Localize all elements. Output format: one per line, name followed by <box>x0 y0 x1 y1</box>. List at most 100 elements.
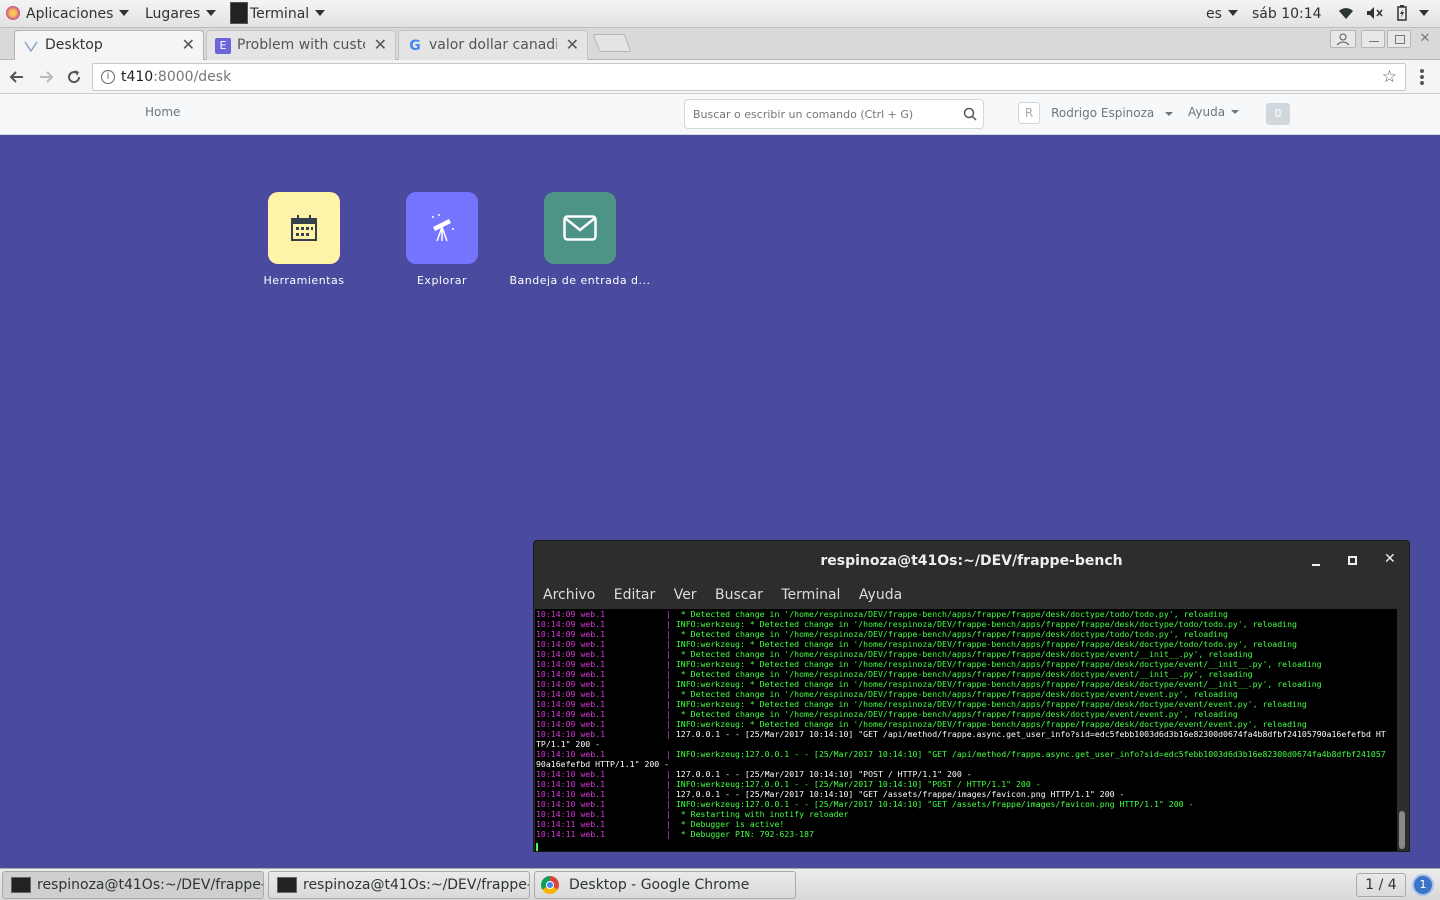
new-tab-button[interactable] <box>592 34 632 52</box>
terminal-line: 10:14:09 web.1 | * Detected change in '/h… <box>536 669 1397 679</box>
log-timestamp: 10:14:09 web.1 <box>536 639 606 649</box>
close-icon[interactable]: ✕ <box>374 31 387 59</box>
chevron-down-icon <box>119 10 130 16</box>
terminal-icon <box>11 877 31 893</box>
places-menu[interactable]: Lugares <box>145 0 217 28</box>
active-app-menu[interactable]: Terminal <box>230 0 326 28</box>
terminal-line: TP/1.1" 200 - <box>536 739 1397 749</box>
task-terminal-1[interactable]: respinoza@t41Os:~/DEV/frappe-... <box>2 871 264 899</box>
menu-editar[interactable]: Editar <box>614 587 655 603</box>
chrome-icon <box>541 876 559 894</box>
scrollbar-thumb[interactable] <box>1399 811 1405 849</box>
profile-button[interactable] <box>1330 30 1356 48</box>
tab-valor-dollar[interactable]: G valor dollar canadie ✕ <box>398 30 588 60</box>
home-link[interactable]: Home <box>145 105 180 119</box>
person-icon <box>1336 33 1350 46</box>
tab-desktop[interactable]: Desktop ✕ <box>14 30 204 60</box>
desk-icon-label: Herramientas <box>263 274 345 287</box>
task-label: respinoza@t41Os:~/DEV/frappe-... <box>37 877 264 893</box>
log-timestamp: 10:14:09 web.1 <box>536 669 606 679</box>
maximize-button[interactable] <box>1346 554 1360 568</box>
user-menu[interactable]: R Rodrigo Espinoza <box>1018 102 1174 126</box>
log-message: * Detected change in '/home/respinoza/DE… <box>670 609 1228 619</box>
forward-arrow-icon[interactable] <box>37 68 55 86</box>
close-window-button[interactable]: ✕ <box>1413 30 1437 48</box>
minimize-button[interactable] <box>1361 30 1385 48</box>
task-label: Desktop - Google Chrome <box>569 877 750 893</box>
menu-archivo[interactable]: Archivo <box>543 587 595 603</box>
terminal-line: 10:14:10 web.1 | * Restarting with inotif… <box>536 809 1397 819</box>
log-timestamp: 10:14:09 web.1 <box>536 629 606 639</box>
menu-ayuda[interactable]: Ayuda <box>859 587 902 603</box>
search-input[interactable] <box>693 105 953 123</box>
workspace-indicator[interactable]: 1 / 4 <box>1356 873 1406 897</box>
desk-icon-tile[interactable] <box>268 192 340 264</box>
terminal-icon <box>277 877 297 893</box>
awesome-bar[interactable] <box>684 99 984 129</box>
language-menu[interactable]: es <box>1206 0 1238 28</box>
log-timestamp: 10:14:10 web.1 <box>536 799 606 809</box>
back-arrow-icon[interactable] <box>8 68 26 86</box>
chrome-menu-button[interactable] <box>1418 68 1426 86</box>
tab-problem-with-custom[interactable]: E Problem with custo ✕ <box>206 30 396 60</box>
log-timestamp: 10:14:10 web.1 <box>536 809 606 819</box>
system-status-area[interactable] <box>1338 0 1430 28</box>
applications-menu[interactable]: Aplicaciones <box>6 0 130 28</box>
close-icon[interactable]: ✕ <box>182 31 195 59</box>
log-timestamp: 10:14:09 web.1 <box>536 649 606 659</box>
gnome-top-bar: Aplicaciones Lugares Terminal es sáb 10:… <box>0 0 1440 28</box>
log-message: INFO:werkzeug:127.0.0.1 - - [25/Mar/2017… <box>670 779 1041 789</box>
log-timestamp: 10:14:09 web.1 <box>536 719 606 729</box>
address-bar[interactable]: i t410:8000/desk ☆ <box>92 63 1406 91</box>
clock[interactable]: sáb 10:14 <box>1252 0 1322 28</box>
chevron-down-icon <box>1231 110 1240 114</box>
bookmark-star-icon[interactable]: ☆ <box>1382 64 1397 90</box>
menu-ver[interactable]: Ver <box>674 587 697 603</box>
terminal-line: 10:14:09 web.1 | INFO:werkzeug: * Detecte… <box>536 659 1397 669</box>
terminal-line: 10:14:11 web.1 | * Debugger is active! <box>536 819 1397 829</box>
log-message: * Detected change in '/home/respinoza/DE… <box>670 689 1238 699</box>
log-timestamp: 10:14:09 web.1 <box>536 689 606 699</box>
log-message: 127.0.0.1 - - [25/Mar/2017 10:14:10] "PO… <box>670 769 972 779</box>
log-timestamp: 10:14:10 web.1 <box>536 749 606 759</box>
chevron-down-icon <box>1419 10 1430 16</box>
task-terminal-2[interactable]: respinoza@t41Os:~/DEV/frappe-... <box>268 871 530 899</box>
terminal-line: 10:14:09 web.1 | INFO:werkzeug: * Detecte… <box>536 719 1397 729</box>
close-icon[interactable]: ✕ <box>566 31 579 59</box>
notification-count-badge[interactable]: 1 <box>1412 874 1434 896</box>
minimize-button[interactable] <box>1310 555 1324 569</box>
menu-terminal[interactable]: Terminal <box>781 587 840 603</box>
help-menu[interactable]: Ayuda <box>1188 105 1240 119</box>
log-timestamp: 10:14:09 web.1 <box>536 679 606 689</box>
language-label: es <box>1206 6 1222 22</box>
task-label: respinoza@t41Os:~/DEV/frappe-... <box>303 877 530 893</box>
terminal-output[interactable]: 10:14:09 web.1 | * Detected change in '/h… <box>535 609 1397 851</box>
log-message: INFO:werkzeug:127.0.0.1 - - [25/Mar/2017… <box>670 749 1386 759</box>
battery-charging-icon <box>1397 5 1407 21</box>
log-message: * Detected change in '/home/respinoza/DE… <box>670 709 1238 719</box>
gnome-foot-icon <box>6 6 20 20</box>
menu-buscar[interactable]: Buscar <box>715 587 763 603</box>
task-chrome[interactable]: Desktop - Google Chrome <box>534 871 796 899</box>
log-timestamp: 10:14:09 web.1 <box>536 709 606 719</box>
desk-icon-tile[interactable] <box>406 192 478 264</box>
letter-e-icon: E <box>215 38 231 54</box>
terminal-line: 10:14:11 web.1 | * Debugger PIN: 792-623-… <box>536 829 1397 839</box>
terminal-line: 10:14:10 web.1 | 127.0.0.1 - - [25/Mar/20… <box>536 789 1397 799</box>
log-message: 127.0.0.1 - - [25/Mar/2017 10:14:10] "GE… <box>670 789 1125 799</box>
window-list-bar: respinoza@t41Os:~/DEV/frappe-... respino… <box>0 868 1440 900</box>
log-message: * Detected change in '/home/respinoza/DE… <box>670 629 1228 639</box>
desk-icon-tile[interactable] <box>544 192 616 264</box>
maximize-button[interactable] <box>1387 30 1411 48</box>
terminal-line: 10:14:10 web.1 | 127.0.0.1 - - [25/Mar/20… <box>536 729 1397 739</box>
log-message: TP/1.1" 200 - <box>536 739 601 749</box>
log-message: INFO:werkzeug: * Detected change in '/ho… <box>670 659 1322 669</box>
terminal-window[interactable]: respinoza@t41Os:~/DEV/frappe-bench ✕ Arc… <box>533 540 1410 852</box>
reload-icon[interactable] <box>65 68 83 86</box>
notification-badge[interactable]: 0 <box>1266 103 1290 125</box>
close-button[interactable]: ✕ <box>1384 551 1396 567</box>
terminal-scrollbar[interactable] <box>1397 609 1407 851</box>
terminal-line: 10:14:09 web.1 | * Detected change in '/h… <box>536 709 1397 719</box>
log-message: 127.0.0.1 - - [25/Mar/2017 10:14:10] "GE… <box>670 729 1386 739</box>
search-icon <box>963 107 977 121</box>
